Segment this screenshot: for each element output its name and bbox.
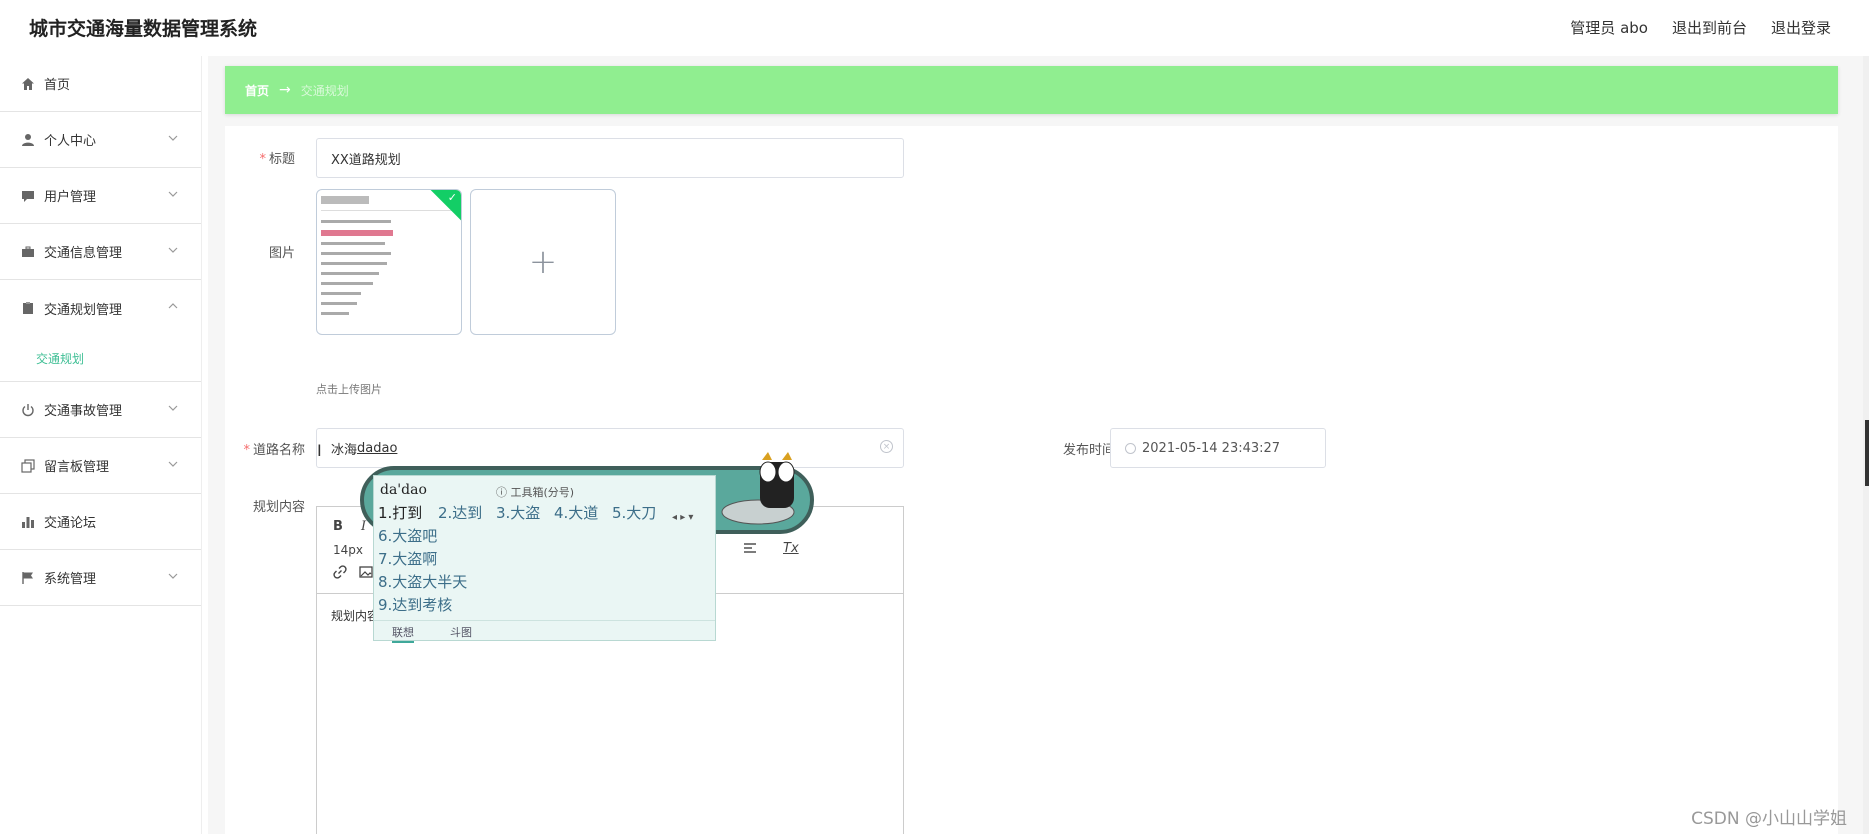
chevron-down-icon [168, 461, 178, 467]
sidebar-item-label: 交通信息管理 [44, 246, 123, 261]
sidebar-item-users[interactable]: 用户管理 [0, 168, 201, 224]
ime-candidate[interactable]: 3.大盗 [496, 502, 540, 523]
publish-time-input[interactable]: 2021-05-14 23:43:27 [1110, 428, 1326, 468]
ime-page-nav-icon[interactable]: ◂ ▸ ▾ [672, 512, 693, 523]
ime-tabs: 联想 斗图 [374, 620, 715, 643]
image-label: 图片 [268, 246, 295, 261]
sidebar-item-label: 交通事故管理 [44, 404, 123, 419]
clock-icon [1125, 442, 1136, 454]
upload-hint: 点击上传图片 [316, 383, 382, 396]
breadcrumb-current: 交通规划 [300, 83, 349, 98]
copy-icon [20, 458, 36, 474]
top-header: 城市交通海量数据管理系统 管理员 abo 退出到前台 退出登录 [0, 0, 1869, 56]
home-icon [20, 76, 36, 92]
content-label: 规划内容 [252, 500, 305, 515]
publish-time-value: 2021-05-14 23:43:27 [1142, 440, 1281, 456]
image-icon[interactable] [359, 565, 373, 583]
ime-candidate[interactable]: 1.打到 [378, 502, 422, 523]
flag-icon [20, 570, 36, 586]
ime-candidate[interactable]: 9.达到考核 [378, 594, 452, 615]
app-title: 城市交通海量数据管理系统 [29, 18, 258, 40]
sidebar-subitem-traffic-plan[interactable]: 交通规划 [0, 336, 201, 382]
ime-candidate[interactable]: 8.大盗大半天 [378, 571, 467, 592]
current-user: 管理员 abo [1570, 19, 1648, 37]
chevron-down-icon [168, 573, 178, 579]
ime-candidate[interactable]: 2.达到 [438, 502, 482, 523]
ime-candidate[interactable]: 6.大盗吧 [378, 525, 437, 546]
uploaded-image-thumbnail[interactable]: ✓ [316, 189, 462, 335]
sidebar-item-label: 首页 [44, 78, 71, 93]
sidebar-item-forum[interactable]: 交通论坛 [0, 494, 201, 550]
title-label: * 标题 [259, 152, 295, 167]
sidebar-item-label: 系统管理 [44, 572, 97, 587]
sidebar-item-label: 交通论坛 [44, 516, 97, 531]
ime-candidate[interactable]: 7.大盗啊 [378, 548, 437, 569]
sidebar-item-traffic-planning[interactable]: 交通规划管理 [0, 280, 201, 336]
sidebar-item-label: 留言板管理 [44, 460, 110, 475]
chevron-down-icon [168, 135, 178, 141]
chevron-down-icon [168, 191, 178, 197]
sidebar-item-system[interactable]: 系统管理 [0, 550, 201, 606]
editor-content[interactable]: 规划内容 [331, 607, 379, 624]
info-icon: ⓘ [496, 486, 511, 499]
check-icon: ✓ [447, 191, 457, 204]
watermark: CSDN @小山山学姐 [1691, 809, 1847, 829]
font-size-select[interactable]: 14px [333, 543, 363, 557]
sidebar-item-profile[interactable]: 个人中心 [0, 112, 201, 168]
page-scrollbar-thumb[interactable] [1865, 420, 1869, 486]
breadcrumb-home-link[interactable]: 首页 [245, 82, 269, 99]
ime-tab-association[interactable]: 联想 [392, 624, 414, 643]
chevron-down-icon [168, 405, 178, 411]
sidebar-item-label: 交通规划管理 [44, 302, 123, 318]
document-preview-image [321, 196, 459, 315]
bold-button[interactable]: B [333, 519, 343, 534]
exit-to-front-link[interactable]: 退出到前台 [1672, 17, 1747, 38]
sidebar-item-messages[interactable]: 留言板管理 [0, 438, 201, 494]
chevron-down-icon [168, 247, 178, 253]
italic-button[interactable]: I [361, 519, 366, 534]
ime-tab-sticker[interactable]: 斗图 [450, 624, 472, 640]
main-content: 首页 → 交通规划 * 标题 XX道路规划 图片 ✓ + 点击上传图片 * 道路… [208, 56, 1869, 834]
user-icon [20, 132, 36, 148]
ime-mascot-icon [721, 452, 795, 525]
chat-icon [20, 188, 36, 204]
road-name-composition: dadao [357, 440, 398, 456]
text-cursor-icon: Ⅰ [317, 441, 322, 460]
header-links: 管理员 abo 退出到前台 退出登录 [1570, 17, 1831, 38]
link-icon[interactable] [333, 565, 347, 583]
chevron-up-icon [168, 303, 178, 309]
briefcase-icon [20, 244, 36, 260]
bar-chart-icon [20, 514, 36, 530]
ime-toolbox[interactable]: ⓘ 工具箱(分号) [496, 484, 574, 500]
logout-link[interactable]: 退出登录 [1771, 17, 1831, 38]
sidebar-item-label: 用户管理 [44, 190, 97, 205]
clear-input-icon[interactable]: × [880, 440, 893, 453]
breadcrumb-separator: → [279, 82, 291, 98]
ime-candidate[interactable]: 5.大刀 [612, 502, 656, 523]
ime-candidate[interactable]: 4.大道 [554, 502, 598, 523]
road-name-label: * 道路名称 [243, 443, 305, 458]
add-image-button[interactable]: + [470, 189, 616, 335]
power-icon [20, 402, 36, 418]
sidebar-item-traffic-info[interactable]: 交通信息管理 [0, 224, 201, 280]
clipboard-icon [20, 300, 36, 316]
road-name-text: 冰海 [331, 442, 358, 458]
title-input[interactable]: XX道路规划 [316, 138, 904, 178]
clear-format-button[interactable]: Tx [783, 541, 799, 556]
align-icon[interactable] [743, 541, 757, 559]
sidebar-item-accidents[interactable]: 交通事故管理 [0, 382, 201, 438]
sidebar-item-home[interactable]: 首页 [0, 56, 201, 112]
sidebar-menu: 首页 个人中心 用户管理 交通信息管理 交通规划管理 交通规划 交通事故管理 留… [0, 56, 202, 834]
sidebar-item-label: 个人中心 [44, 134, 97, 149]
ime-candidate-panel: da'dao ⓘ 工具箱(分号) 1.打到 2.达到 3.大盗 4.大道 5.大… [373, 475, 716, 643]
publish-time-label: 发布时间 [1062, 443, 1115, 458]
plus-icon: + [528, 242, 558, 282]
ime-pinyin: da'dao [380, 482, 427, 498]
breadcrumb: 首页 → 交通规划 [225, 66, 1838, 114]
